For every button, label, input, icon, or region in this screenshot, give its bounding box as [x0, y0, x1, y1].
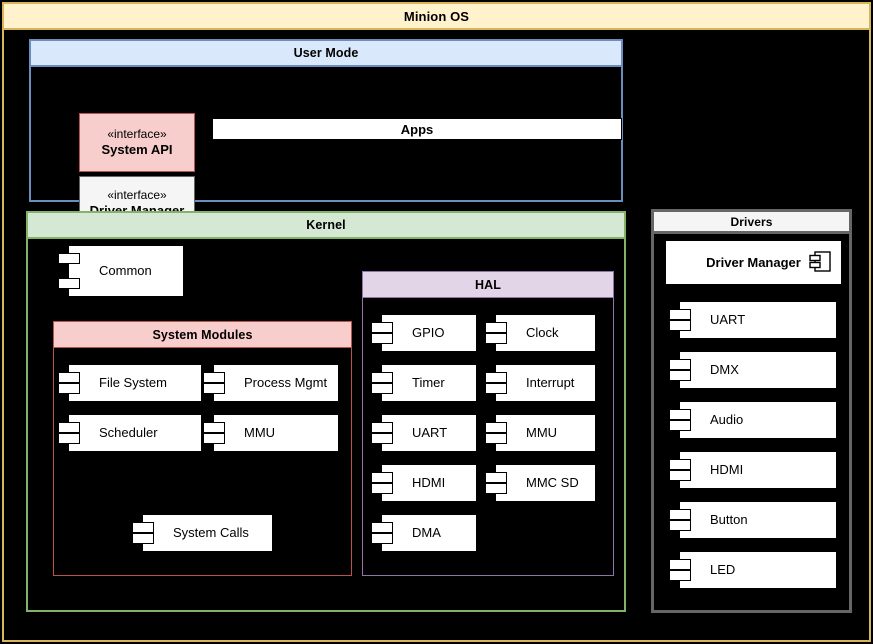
uml-tab-icon	[58, 372, 80, 383]
uml-tab-icon	[669, 570, 691, 581]
uml-tab-icon	[371, 422, 393, 433]
component-button[interactable]: Button	[669, 501, 837, 539]
uml-tab-icon	[669, 320, 691, 331]
uml-tab-icon	[669, 370, 691, 381]
user-mode-panel: User Mode «interface» System API «interf…	[29, 39, 623, 231]
uml-tab-icon	[371, 483, 393, 494]
component-common[interactable]: Common	[58, 245, 184, 297]
uml-tab-icon	[485, 333, 507, 344]
drivers-panel: Drivers Driver Manager UART DMX Audio HD…	[651, 209, 852, 613]
hal-title: HAL	[363, 272, 613, 298]
component-label: Interrupt	[526, 374, 575, 390]
uml-tab-icon	[669, 509, 691, 520]
uml-tab-icon	[58, 253, 80, 264]
component-label: Scheduler	[99, 424, 158, 440]
uml-tab-icon	[485, 433, 507, 444]
uml-tab-icon	[669, 520, 691, 531]
uml-tab-icon	[132, 522, 154, 533]
driver-manager-component[interactable]: Driver Manager	[665, 240, 842, 285]
uml-tab-icon	[669, 359, 691, 370]
component-hdmi[interactable]: HDMI	[669, 451, 837, 489]
system-api-name: System API	[101, 141, 173, 157]
uml-tab-icon	[669, 459, 691, 470]
component-label: MMC SD	[526, 474, 579, 490]
component-dmx[interactable]: DMX	[669, 351, 837, 389]
component-scheduler[interactable]: Scheduler	[58, 414, 202, 452]
component-mmu[interactable]: MMU	[203, 414, 339, 452]
uml-tab-icon	[58, 433, 80, 444]
user-mode-title: User Mode	[31, 41, 621, 67]
uml-tab-icon	[485, 322, 507, 333]
uml-tab-icon	[669, 309, 691, 320]
architecture-diagram: Minion OS User Mode «interface» System A…	[0, 0, 873, 644]
component-mmc-sd[interactable]: MMC SD	[485, 464, 596, 502]
uml-tab-icon	[669, 559, 691, 570]
uml-tab-icon	[371, 383, 393, 394]
uml-tab-icon	[371, 472, 393, 483]
uml-tab-icon	[669, 470, 691, 481]
system-api-interface[interactable]: «interface» System API	[79, 113, 195, 172]
driver-manager-stereotype: «interface»	[107, 187, 167, 202]
component-label: Common	[99, 262, 152, 278]
uml-tab-icon	[371, 322, 393, 333]
component-file-system[interactable]: File System	[58, 364, 202, 402]
component-process-mgmt[interactable]: Process Mgmt	[203, 364, 339, 402]
uml-component-icon	[809, 251, 831, 272]
component-hdmi[interactable]: HDMI	[371, 464, 477, 502]
uml-tab-icon	[203, 422, 225, 433]
component-mmu[interactable]: MMU	[485, 414, 596, 452]
component-label: Process Mgmt	[244, 374, 328, 390]
driver-manager-label: Driver Manager	[706, 255, 801, 270]
component-dma[interactable]: DMA	[371, 514, 477, 552]
drivers-title: Drivers	[654, 212, 849, 234]
component-audio[interactable]: Audio	[669, 401, 837, 439]
component-uart[interactable]: UART	[669, 301, 837, 339]
uml-tab-icon	[371, 372, 393, 383]
component-led[interactable]: LED	[669, 551, 837, 589]
component-gpio[interactable]: GPIO	[371, 314, 477, 352]
uml-tab-icon	[485, 383, 507, 394]
uml-tab-icon	[485, 372, 507, 383]
kernel-panel: Kernel Common System Modules File System…	[26, 211, 626, 612]
uml-tab-icon	[203, 383, 225, 394]
component-clock[interactable]: Clock	[485, 314, 596, 352]
uml-tab-icon	[669, 420, 691, 431]
hal-panel: HAL GPIO Clock Timer Interrupt UART MMU …	[362, 271, 614, 576]
uml-tab-icon	[371, 433, 393, 444]
component-label: System Calls	[173, 524, 249, 540]
system-api-stereotype: «interface»	[107, 126, 167, 141]
uml-tab-icon	[485, 422, 507, 433]
uml-tab-icon	[371, 522, 393, 533]
uml-tab-icon	[485, 472, 507, 483]
component-timer[interactable]: Timer	[371, 364, 477, 402]
uml-tab-icon	[58, 278, 80, 289]
uml-tab-icon	[485, 483, 507, 494]
uml-tab-icon	[371, 333, 393, 344]
component-interrupt[interactable]: Interrupt	[485, 364, 596, 402]
component-label: File System	[99, 374, 167, 390]
uml-tab-icon	[371, 533, 393, 544]
uml-tab-icon	[669, 409, 691, 420]
uml-tab-icon	[58, 422, 80, 433]
apps-box[interactable]: Apps	[212, 118, 622, 140]
uml-tab-icon	[203, 433, 225, 444]
kernel-title: Kernel	[28, 213, 624, 239]
component-system-calls[interactable]: System Calls	[132, 514, 273, 552]
system-modules-panel: System Modules File System Process Mgmt …	[53, 321, 352, 576]
uml-tab-icon	[58, 383, 80, 394]
system-modules-title: System Modules	[54, 322, 351, 348]
uml-tab-icon	[132, 533, 154, 544]
uml-tab-icon	[203, 372, 225, 383]
minion-os-title: Minion OS	[4, 4, 869, 30]
apps-label: Apps	[400, 121, 434, 137]
component-uart[interactable]: UART	[371, 414, 477, 452]
